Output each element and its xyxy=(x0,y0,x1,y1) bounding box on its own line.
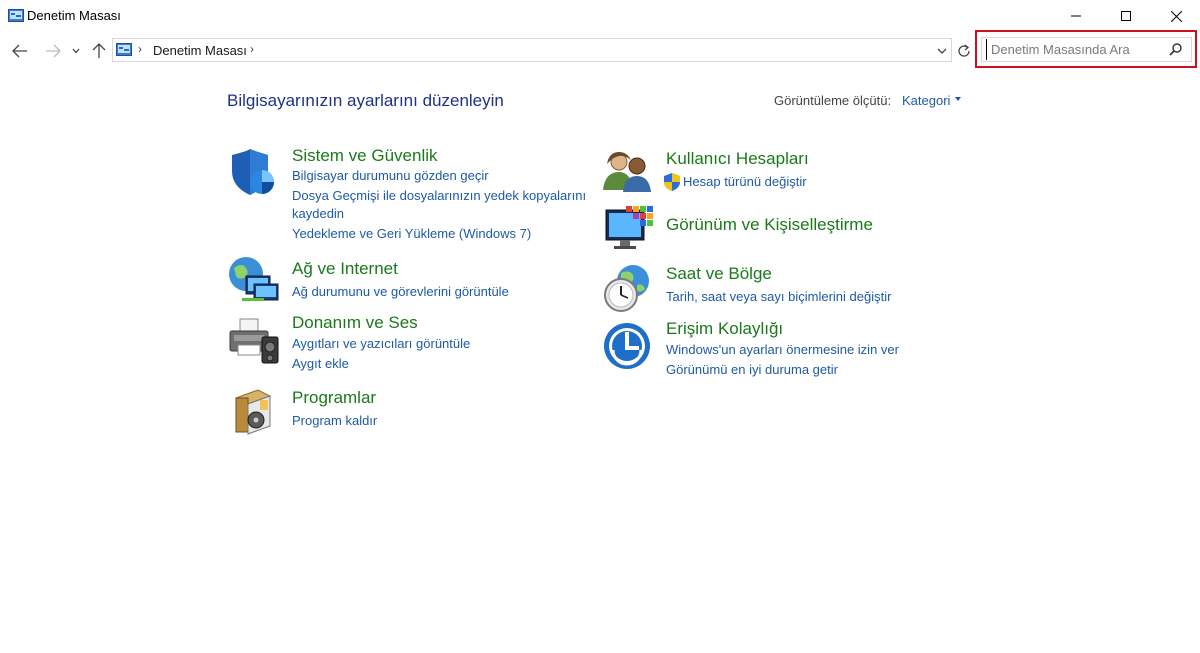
link-file-history-backup[interactable]: Dosya Geçmişi ile dosyalarınızın yedek k… xyxy=(292,187,586,205)
maximize-button[interactable] xyxy=(1101,0,1151,32)
category-hardware-sound[interactable]: Donanım ve Ses xyxy=(292,313,418,333)
link-let-windows-suggest-settings[interactable]: Windows'un ayarları önermesine izin ver xyxy=(666,341,899,359)
link-uninstall-program[interactable]: Program kaldır xyxy=(292,412,377,430)
breadcrumb-separator-icon[interactable]: › xyxy=(250,42,254,56)
link-network-status[interactable]: Ağ durumunu ve görevlerini görüntüle xyxy=(292,283,509,301)
page-title: Bilgisayarınızın ayarlarını düzenleyin xyxy=(227,91,504,110)
address-bar[interactable]: › Denetim Masası › xyxy=(112,38,952,62)
search-input[interactable] xyxy=(986,39,1166,60)
clock-globe-icon[interactable] xyxy=(601,263,653,313)
title-bar: Denetim Masası xyxy=(0,0,1200,32)
refresh-icon xyxy=(958,44,970,57)
link-optimize-visual-display[interactable]: Görünümü en iyi duruma getir xyxy=(666,361,838,379)
link-review-computer-status[interactable]: Bilgisayar durumunu gözden geçir xyxy=(292,167,489,185)
breadcrumb-control-panel[interactable]: Denetim Masası xyxy=(153,43,247,58)
view-by-label: Görüntüleme ölçütü: xyxy=(774,93,892,108)
uac-shield-icon xyxy=(664,173,680,191)
shield-icon[interactable] xyxy=(228,149,278,197)
search-icon[interactable] xyxy=(1169,42,1183,56)
refresh-button[interactable] xyxy=(954,40,974,62)
link-file-history-backup-cont[interactable]: kaydedin xyxy=(292,205,344,223)
category-programs[interactable]: Programlar xyxy=(292,388,376,408)
ease-of-access-icon[interactable] xyxy=(603,322,651,370)
control-panel-app-icon xyxy=(8,9,24,22)
network-globe-icon[interactable] xyxy=(228,256,280,304)
maximize-icon xyxy=(1121,11,1131,21)
user-accounts-icon[interactable] xyxy=(603,150,655,192)
link-change-account-type[interactable]: Hesap türünü değiştir xyxy=(683,173,807,191)
window-title: Denetim Masası xyxy=(27,8,121,23)
category-clock-region[interactable]: Saat ve Bölge xyxy=(666,264,772,284)
link-change-date-time-formats[interactable]: Tarih, saat veya sayı biçimlerini değişt… xyxy=(666,288,891,306)
close-button[interactable] xyxy=(1151,0,1200,32)
close-icon xyxy=(1170,10,1182,22)
category-appearance-personalization[interactable]: Görünüm ve Kişiselleştirme xyxy=(666,215,873,235)
printer-speaker-icon[interactable] xyxy=(228,317,280,365)
forward-button[interactable] xyxy=(42,40,64,62)
breadcrumb-separator-icon[interactable]: › xyxy=(138,42,142,56)
caret-down-icon[interactable] xyxy=(955,97,961,101)
arrow-right-icon xyxy=(46,44,61,58)
category-network-internet[interactable]: Ağ ve Internet xyxy=(292,259,398,279)
category-system-security[interactable]: Sistem ve Güvenlik xyxy=(292,146,438,166)
category-user-accounts[interactable]: Kullanıcı Hesapları xyxy=(666,149,809,169)
up-button[interactable] xyxy=(88,40,110,62)
arrow-left-icon xyxy=(12,44,27,58)
link-add-device[interactable]: Aygıt ekle xyxy=(292,355,349,373)
appearance-personalization-icon[interactable] xyxy=(604,204,654,252)
minimize-button[interactable] xyxy=(1051,0,1101,32)
control-panel-icon xyxy=(116,43,132,56)
view-by-dropdown[interactable]: Kategori xyxy=(902,93,950,108)
chevron-down-icon xyxy=(937,48,947,54)
link-backup-restore-win7[interactable]: Yedekleme ve Geri Yükleme (Windows 7) xyxy=(292,225,531,243)
address-history-dropdown[interactable] xyxy=(935,44,949,58)
arrow-up-icon xyxy=(92,43,106,58)
back-button[interactable] xyxy=(9,40,31,62)
recent-locations-button[interactable] xyxy=(68,40,84,62)
chevron-down-icon xyxy=(72,48,80,54)
programs-box-icon[interactable] xyxy=(232,388,274,436)
minimize-icon xyxy=(1071,15,1081,17)
link-view-devices-printers[interactable]: Aygıtları ve yazıcıları görüntüle xyxy=(292,335,470,353)
search-box[interactable] xyxy=(981,37,1192,62)
category-ease-of-access[interactable]: Erişim Kolaylığı xyxy=(666,319,783,339)
